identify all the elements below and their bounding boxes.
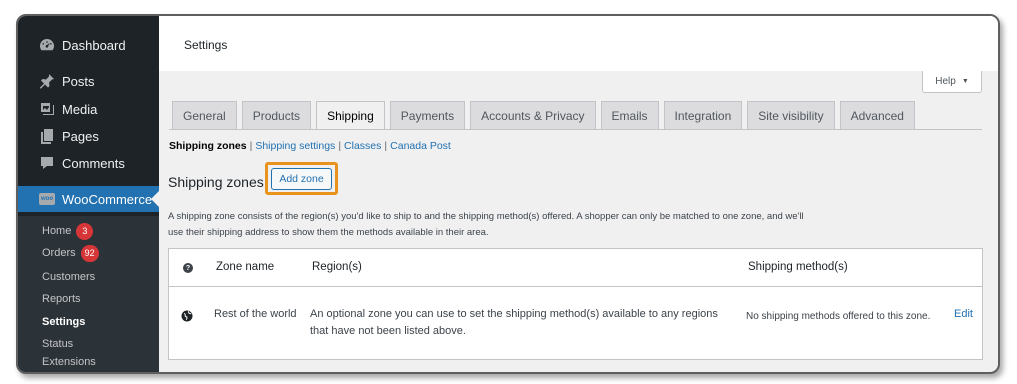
subnav-separator: | (338, 140, 342, 152)
sidebar-item-pages[interactable]: Pages (18, 123, 159, 149)
sidebar-item-media[interactable]: Media (18, 96, 159, 122)
sidebar-item-label: Media (62, 101, 98, 117)
subnav-separator: | (384, 140, 388, 152)
comment-icon (39, 155, 55, 171)
subnav-shipping-settings[interactable]: Shipping settings (255, 140, 335, 152)
globe-icon (181, 310, 193, 322)
submenu-item-settings[interactable]: Settings (42, 314, 85, 330)
submenu-label: Orders (42, 247, 76, 259)
sidebar-item-comments[interactable]: Comments (18, 150, 159, 176)
tab-shipping[interactable]: Shipping (316, 101, 385, 130)
sidebar-item-label: Posts (62, 73, 95, 89)
tab-advanced[interactable]: Advanced (839, 101, 915, 129)
add-zone-highlight: Add zone (265, 162, 338, 195)
add-zone-button[interactable]: Add zone (271, 167, 332, 190)
sidebar-item-posts[interactable]: Posts (18, 68, 159, 94)
admin-sidebar: Dashboard Posts Media Pages Comments woo… (18, 16, 159, 372)
subnav-separator: | (249, 140, 253, 152)
submenu-item-reports[interactable]: Reports (42, 291, 81, 307)
sidebar-item-label: Pages (62, 128, 99, 144)
tab-emails[interactable]: Emails (600, 101, 659, 129)
tab-site-visibility[interactable]: Site visibility (747, 101, 835, 129)
tab-general[interactable]: General (172, 101, 237, 129)
page-header: Settings (159, 16, 998, 71)
pages-icon (39, 128, 55, 144)
submenu-item-customers[interactable]: Customers (42, 269, 95, 285)
home-count-badge: 3 (76, 222, 94, 240)
help-label: Help (935, 76, 956, 87)
submenu-label: Settings (42, 316, 86, 328)
tab-payments[interactable]: Payments (389, 101, 466, 129)
subnav-shipping-zones[interactable]: Shipping zones (169, 140, 247, 152)
sidebar-item-label: Comments (62, 155, 125, 171)
zone-methods: No shipping methods offered to this zone… (746, 311, 931, 322)
woocommerce-submenu: Home 3 Orders 92 Customers Reports Setti… (18, 216, 159, 372)
woo-icon: woo (39, 191, 55, 207)
submenu-item-home[interactable]: Home 3 (42, 222, 94, 240)
zones-description: A shipping zone consists of the region(s… (168, 211, 804, 238)
tab-divider (169, 129, 982, 130)
tab-products[interactable]: Products (241, 101, 312, 129)
submenu-label: Status (42, 338, 74, 350)
table-header: ? Zone name Region(s) Shipping method(s) (169, 249, 982, 287)
submenu-item-orders[interactable]: Orders 92 (42, 244, 99, 262)
subnav-canada-post[interactable]: Canada Post (390, 140, 451, 152)
edit-zone-link[interactable]: Edit (954, 308, 973, 320)
dashboard-icon (39, 37, 55, 53)
shipping-subnav: Shipping zones | Shipping settings | Cla… (169, 140, 451, 152)
orders-count-badge: 92 (80, 244, 99, 262)
table-row: Rest of the world An optional zone you c… (169, 287, 982, 359)
section-title: Shipping zones (168, 174, 264, 190)
submenu-label: Extensions (42, 356, 96, 368)
sidebar-item-dashboard[interactable]: Dashboard (18, 32, 159, 58)
column-header-methods: Shipping method(s) (748, 261, 848, 273)
sidebar-item-woocommerce[interactable]: woo WooCommerce (18, 186, 159, 212)
page-title: Settings (184, 38, 228, 52)
pin-icon (39, 73, 55, 89)
submenu-label: Customers (42, 271, 96, 283)
subnav-classes[interactable]: Classes (344, 140, 381, 152)
caret-down-icon: ▼ (961, 78, 969, 85)
help-tab-button[interactable]: Help ▼ (922, 71, 982, 93)
submenu-label: Home (42, 225, 72, 237)
sidebar-item-label: Dashboard (62, 37, 126, 53)
help-icon[interactable]: ? (183, 263, 193, 273)
app-window: Dashboard Posts Media Pages Comments woo… (16, 14, 1000, 374)
column-header-regions: Region(s) (312, 261, 362, 273)
submenu-item-extensions[interactable]: Extensions (42, 354, 96, 370)
media-icon (39, 101, 55, 117)
tab-integration[interactable]: Integration (663, 101, 743, 129)
shipping-zones-table: ? Zone name Region(s) Shipping method(s)… (168, 248, 983, 360)
zone-name: Rest of the world (214, 308, 297, 320)
column-header-zone-name: Zone name (216, 261, 275, 273)
sidebar-item-label: WooCommerce (62, 191, 153, 207)
submenu-item-status[interactable]: Status (42, 336, 73, 352)
submenu-label: Reports (42, 293, 81, 305)
settings-tabs: General Products Shipping Payments Accou… (172, 101, 915, 130)
tab-accounts-privacy[interactable]: Accounts & Privacy (470, 101, 596, 129)
zone-regions: An optional zone you can use to set the … (310, 308, 718, 337)
